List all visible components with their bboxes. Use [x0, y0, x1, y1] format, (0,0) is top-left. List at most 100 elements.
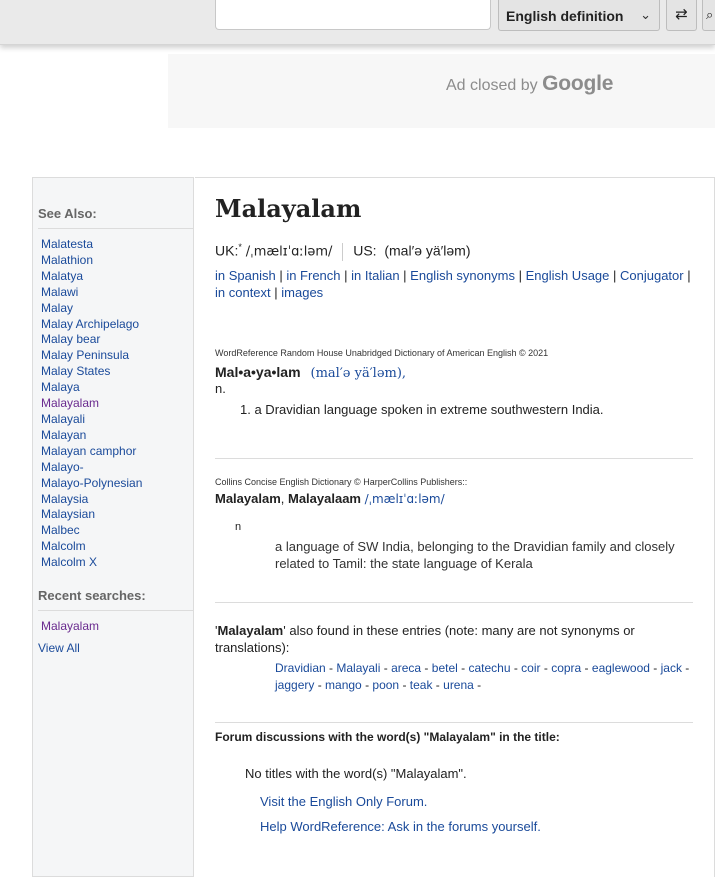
us-pron: (mal′ə yä′ləm) [384, 242, 471, 259]
see-also-item: Malayalam [41, 396, 193, 412]
see-also-item: Malayo-Polynesian [41, 476, 193, 492]
see-also-link[interactable]: Malay States [41, 364, 110, 378]
see-also-item: Malayo- [41, 460, 193, 476]
see-also-link[interactable]: Malay bear [41, 332, 100, 346]
see-also-link[interactable]: Malayo- [41, 460, 84, 474]
collins-definition: a language of SW India, belonging to the… [275, 539, 675, 571]
pron-separator [342, 242, 344, 261]
forum-heading: Forum discussions with the word(s) "Mala… [215, 730, 560, 744]
see-also-item: Malay Archipelago [41, 317, 193, 333]
see-also-link[interactable]: Malayalam [41, 396, 99, 410]
forum-no-titles: No titles with the word(s) "Malayalam". [245, 766, 467, 781]
translation-link[interactable]: in Spanish [215, 268, 276, 283]
see-also-link[interactable]: Malayo-Polynesian [41, 476, 142, 490]
us-label: US: [353, 242, 377, 259]
recent-searches-heading: Recent searches: [38, 588, 146, 604]
translation-link[interactable]: images [281, 285, 323, 300]
see-also-item: Malay [41, 301, 193, 317]
also-found-link[interactable]: Malayali [336, 661, 380, 675]
translation-link[interactable]: in French [286, 268, 340, 283]
english-only-forum-link[interactable]: Visit the English Only Forum. [260, 794, 427, 809]
also-found-link[interactable]: urena [443, 678, 474, 692]
also-found-link[interactable]: teak [410, 678, 433, 692]
recent-search-link[interactable]: Malayalam [41, 619, 99, 633]
see-also-link[interactable]: Malaya [41, 380, 80, 394]
also-found-link[interactable]: jack [661, 661, 682, 675]
swap-languages-button[interactable]: ⇄ [666, 0, 697, 31]
also-found-link[interactable]: mango [325, 678, 362, 692]
see-also-item: Malaysian [41, 507, 193, 523]
also-found-link[interactable]: Dravidian [275, 661, 326, 675]
view-all-link[interactable]: View All [38, 641, 80, 655]
dictionary-select-value: English definition [506, 8, 624, 24]
also-found-link[interactable]: jaggery [275, 678, 314, 692]
see-also-link[interactable]: Malatesta [41, 237, 93, 251]
search-input[interactable] [215, 0, 491, 30]
also-found-link[interactable]: eaglewood [592, 661, 650, 675]
see-also-link[interactable]: Malaysia [41, 492, 88, 506]
see-also-item: Malayan [41, 428, 193, 444]
collins-entry-header: Malayalam, Malayalaam /ˌmælɪˈɑːləm/ [215, 491, 445, 506]
search-icon: ⌕ [706, 7, 714, 22]
uk-ipa: /ˌmælɪˈɑːləm/ [245, 244, 333, 260]
ad-closed-text: Ad closed by Google [446, 72, 613, 96]
top-search-bar: English definition ⌄ ⇄ ⌕ [0, 0, 715, 45]
pronunciation: UK:* /ˌmælɪˈɑːləm/ US: (mal′ə yä′ləm) [215, 242, 471, 261]
see-also-link[interactable]: Malcolm [41, 539, 86, 553]
see-also-link[interactable]: Malayali [41, 412, 85, 426]
wr-entry-header: Mal•a•ya•lam (mal′ə yä′ləm), [215, 364, 406, 381]
translation-link[interactable]: Conjugator [620, 268, 684, 283]
see-also-item: Malayali [41, 412, 193, 428]
wr-headword: Mal•a•ya•lam [215, 364, 301, 380]
also-found-link[interactable]: betel [432, 661, 458, 675]
translation-link[interactable]: English Usage [526, 268, 610, 283]
chevron-down-icon: ⌄ [640, 7, 651, 22]
also-found-link[interactable]: poon [372, 678, 399, 692]
recent-search-item: Malayalam [41, 619, 193, 633]
see-also-link[interactable]: Malathion [41, 253, 93, 267]
see-also-item: Malay States [41, 364, 193, 380]
google-logo: Google [542, 72, 614, 95]
uk-footnote-marker[interactable]: * [238, 242, 242, 252]
also-found-link[interactable]: areca [391, 661, 421, 675]
translation-link[interactable]: English synonyms [410, 268, 515, 283]
divider [215, 602, 693, 603]
ask-in-forums-link[interactable]: Help WordReference: Ask in the forums yo… [260, 819, 541, 834]
see-also-item: Malay Peninsula [41, 348, 193, 364]
main-content: Malayalam UK:* /ˌmælɪˈɑːləm/ US: (mal′ə … [195, 177, 715, 877]
divider [215, 722, 693, 723]
sidebar: See Also: Malatesta Malathion Malatya Malaw… [32, 177, 194, 877]
also-found-link[interactable]: coir [521, 661, 540, 675]
divider [38, 228, 193, 229]
see-also-item: Malatesta [41, 237, 193, 253]
wr-part-of-speech: n. [215, 381, 226, 396]
ad-closed-prefix: Ad closed by [446, 77, 543, 94]
see-also-item: Malay bear [41, 332, 193, 348]
see-also-heading: See Also: [38, 206, 97, 221]
search-button[interactable]: ⌕ [702, 0, 715, 31]
see-also-list: Malatesta Malathion Malatya Malawi Malay Mala… [33, 237, 193, 571]
translation-link[interactable]: in Italian [351, 268, 399, 283]
also-found-link[interactable]: catechu [468, 661, 510, 675]
collins-part-of-speech: n [235, 521, 242, 533]
see-also-item: Malatya [41, 269, 193, 285]
see-also-link[interactable]: Malay [41, 301, 73, 315]
swap-icon: ⇄ [675, 6, 688, 23]
dictionary-select[interactable]: English definition ⌄ [498, 0, 660, 31]
collins-comma: , [280, 491, 288, 506]
see-also-link[interactable]: Malawi [41, 285, 78, 299]
see-also-link[interactable]: Malayan camphor [41, 444, 136, 458]
uk-label: UK: [215, 242, 239, 259]
see-also-link[interactable]: Malay Archipelago [41, 317, 139, 331]
see-also-link[interactable]: Malcolm X [41, 555, 97, 569]
see-also-link[interactable]: Malaysian [41, 507, 95, 521]
translation-link[interactable]: in context [215, 285, 271, 300]
see-also-link[interactable]: Malayan [41, 428, 86, 442]
see-also-link[interactable]: Malatya [41, 269, 83, 283]
also-found-link[interactable]: copra [551, 661, 581, 675]
view-all: View All [38, 641, 193, 655]
see-also-link[interactable]: Malay Peninsula [41, 348, 129, 362]
see-also-link[interactable]: Malbec [41, 523, 80, 537]
see-also-item: Malcolm X [41, 555, 193, 571]
collins-headword-variant: Malayalaam [288, 491, 361, 506]
